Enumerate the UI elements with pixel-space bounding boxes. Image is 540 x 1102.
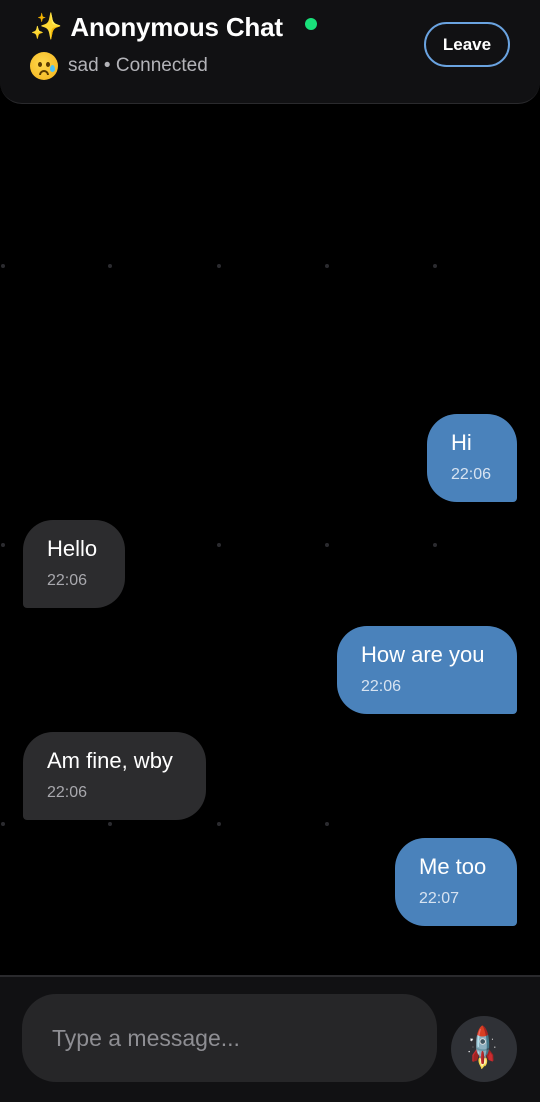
crying-face-icon — [30, 52, 58, 80]
message-text: Am fine, wby — [47, 748, 173, 773]
message-text: Me too — [419, 854, 487, 879]
message-list[interactable]: Hi 22:06 Hello 22:06 How are you 22:06 A… — [0, 105, 540, 975]
connection-status: Connected — [115, 55, 208, 76]
status-row: sad • Connected — [30, 52, 208, 80]
message-composer: 🚀 — [0, 977, 540, 1102]
message-time: 22:06 — [47, 572, 88, 589]
send-button[interactable]: 🚀 — [451, 1016, 517, 1082]
background-dot — [1, 543, 5, 547]
background-dot — [433, 264, 437, 268]
background-dot — [108, 822, 112, 826]
mood-label: sad — [68, 55, 99, 76]
chat-app: ✨ Anonymous Chat sad • Connected Leave H… — [0, 0, 540, 1102]
background-dot — [325, 264, 329, 268]
chat-header: ✨ Anonymous Chat sad • Connected Leave — [0, 0, 540, 104]
status-separator: • — [98, 55, 116, 76]
background-dot — [217, 543, 221, 547]
message-time: 22:07 — [419, 890, 460, 907]
background-dot — [325, 543, 329, 547]
message-bubble-sent[interactable]: Hi 22:06 — [427, 414, 517, 502]
leave-button[interactable]: Leave — [424, 22, 510, 67]
message-text: How are you — [361, 642, 485, 667]
sparkle-icon: ✨ — [30, 12, 63, 42]
background-dot — [325, 822, 329, 826]
background-dot — [1, 822, 5, 826]
message-bubble-sent[interactable]: Me too 22:07 — [395, 838, 517, 926]
background-dot — [433, 543, 437, 547]
message-time: 22:06 — [361, 678, 402, 695]
message-time: 22:06 — [451, 466, 492, 483]
online-indicator — [304, 18, 317, 30]
message-bubble-received[interactable]: Hello 22:06 — [23, 520, 125, 608]
rocket-icon: 🚀 — [458, 1023, 510, 1075]
message-text: Hello — [47, 536, 98, 561]
title-row: ✨ Anonymous Chat — [30, 10, 317, 44]
background-dot — [1, 264, 5, 268]
status-text: sad • Connected — [68, 55, 208, 77]
background-dot — [108, 264, 112, 268]
background-dot — [217, 264, 221, 268]
page-title: Anonymous Chat — [70, 11, 283, 42]
message-input[interactable] — [22, 994, 437, 1082]
message-bubble-sent[interactable]: How are you 22:06 — [337, 626, 517, 714]
background-dot — [217, 822, 221, 826]
message-text: Hi — [451, 430, 472, 455]
message-time: 22:06 — [47, 784, 88, 801]
message-bubble-received[interactable]: Am fine, wby 22:06 — [23, 732, 206, 820]
